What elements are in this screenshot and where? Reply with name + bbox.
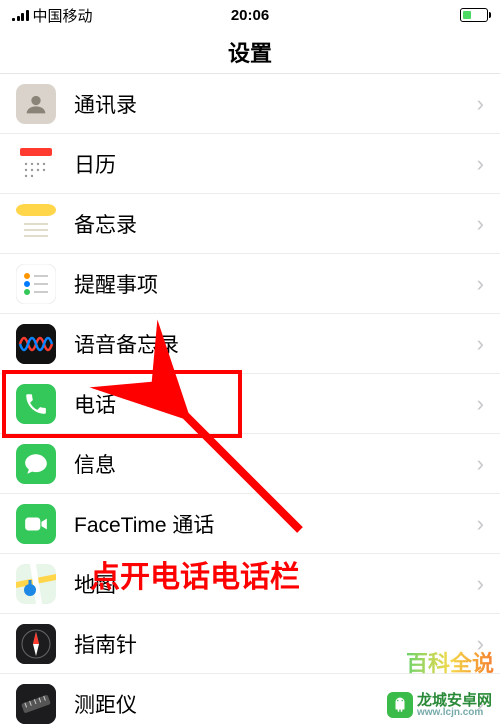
carrier-label: 中国移动 xyxy=(33,5,93,26)
messages-icon xyxy=(16,444,56,484)
settings-row-reminders[interactable]: 提醒事项› xyxy=(0,254,500,314)
reminders-icon xyxy=(16,264,56,304)
compass-icon xyxy=(16,624,56,664)
row-label: 信息 xyxy=(74,449,477,479)
row-label: 指南针 xyxy=(74,629,477,659)
calendar-icon xyxy=(16,144,56,184)
measure-icon xyxy=(16,684,56,724)
chevron-right-icon: › xyxy=(477,331,484,357)
chevron-right-icon: › xyxy=(477,631,484,657)
notes-icon xyxy=(16,204,56,244)
chevron-right-icon: › xyxy=(477,91,484,117)
row-label: 电话 xyxy=(74,389,477,419)
row-label: 备忘录 xyxy=(74,209,477,239)
settings-row-facetime[interactable]: FaceTime 通话› xyxy=(0,494,500,554)
battery-icon xyxy=(460,8,488,22)
row-label: 通讯录 xyxy=(74,89,477,119)
status-left: 中国移动 xyxy=(12,5,93,26)
chevron-right-icon: › xyxy=(477,571,484,597)
settings-list: 通讯录›日历›备忘录›提醒事项›语音备忘录›电话›信息›FaceTime 通话›… xyxy=(0,74,500,726)
settings-row-phone[interactable]: 电话› xyxy=(0,374,500,434)
chevron-right-icon: › xyxy=(477,451,484,477)
settings-row-messages[interactable]: 信息› xyxy=(0,434,500,494)
settings-row-compass[interactable]: 指南针› xyxy=(0,614,500,674)
row-label: 测距仪 xyxy=(74,689,477,719)
page-title: 设置 xyxy=(0,30,500,74)
signal-icon xyxy=(12,9,29,21)
chevron-right-icon: › xyxy=(477,511,484,537)
chevron-right-icon: › xyxy=(477,271,484,297)
settings-row-notes[interactable]: 备忘录› xyxy=(0,194,500,254)
facetime-icon xyxy=(16,504,56,544)
row-label: 地图 xyxy=(74,569,477,599)
row-label: 提醒事项 xyxy=(74,269,477,299)
row-label: FaceTime 通话 xyxy=(74,509,477,539)
settings-row-calendar[interactable]: 日历› xyxy=(0,134,500,194)
settings-row-contacts[interactable]: 通讯录› xyxy=(0,74,500,134)
clock: 20:06 xyxy=(231,7,269,24)
chevron-right-icon: › xyxy=(477,691,484,717)
chevron-right-icon: › xyxy=(477,211,484,237)
status-right xyxy=(460,8,488,22)
row-label: 语音备忘录 xyxy=(74,329,477,359)
phone-icon xyxy=(16,384,56,424)
maps-icon xyxy=(16,564,56,604)
status-bar: 中国移动 20:06 xyxy=(0,0,500,30)
chevron-right-icon: › xyxy=(477,391,484,417)
chevron-right-icon: › xyxy=(477,151,484,177)
settings-row-maps[interactable]: 地图› xyxy=(0,554,500,614)
settings-row-measure[interactable]: 测距仪› xyxy=(0,674,500,726)
row-label: 日历 xyxy=(74,149,477,179)
contacts-icon xyxy=(16,84,56,124)
voicememo-icon xyxy=(16,324,56,364)
settings-row-voicememo[interactable]: 语音备忘录› xyxy=(0,314,500,374)
